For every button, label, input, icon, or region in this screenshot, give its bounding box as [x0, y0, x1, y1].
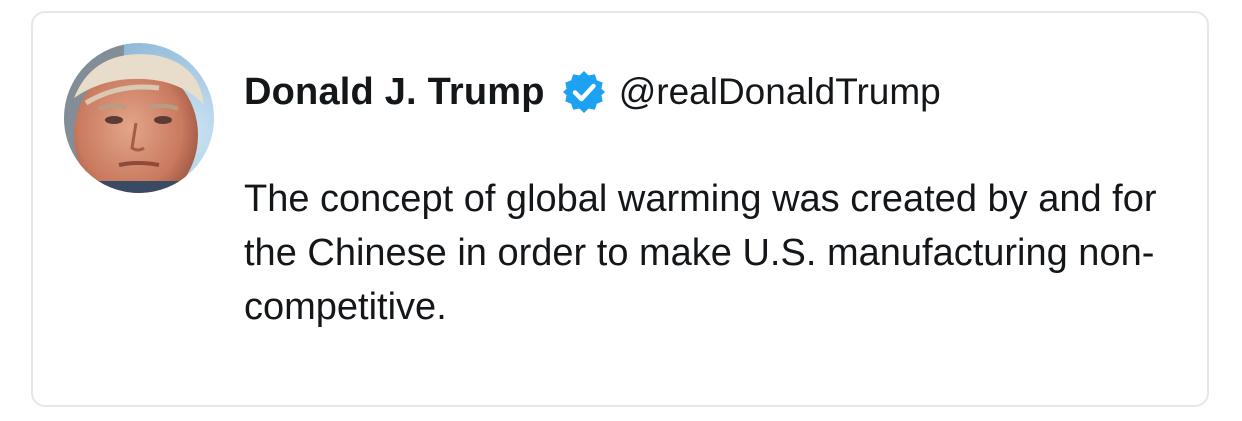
tweet-header: Donald J. Trump @realDonaldTrump [244, 64, 941, 120]
avatar[interactable] [64, 43, 214, 193]
user-handle[interactable]: @realDonaldTrump [619, 71, 941, 113]
verified-badge-icon [561, 69, 607, 115]
display-name[interactable]: Donald J. Trump [244, 71, 545, 114]
avatar-photo [64, 43, 214, 193]
tweet-text: The concept of global warming was create… [244, 178, 1157, 328]
